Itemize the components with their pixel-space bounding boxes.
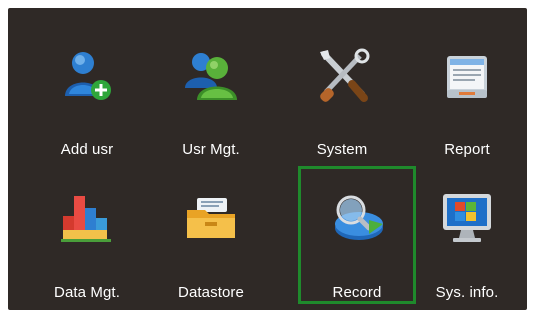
menu-item-system[interactable]: System (287, 24, 397, 158)
menu-item-report[interactable]: Report (412, 24, 522, 158)
menu-item-label: Report (444, 141, 490, 158)
menu-item-label: Add usr (60, 141, 114, 158)
search-record-icon (335, 195, 383, 240)
menu-item-user-management[interactable]: Usr Mgt. (156, 24, 266, 158)
menu-item-label: Sys. info. (435, 284, 499, 301)
bar-chart-icon (61, 196, 111, 242)
monitor-icon (443, 194, 491, 242)
add-user-icon (65, 52, 111, 100)
tools-icon (320, 48, 370, 102)
main-menu-screen: Add usr Usr Mgt. System Report Data Mgt.… (8, 8, 527, 310)
menu-item-datastore[interactable]: Datastore (156, 166, 266, 301)
menu-item-add-user[interactable]: Add usr (32, 24, 142, 158)
menu-item-label: Datastore (178, 284, 244, 301)
menu-item-record[interactable]: Record (298, 166, 416, 304)
users-icon (185, 53, 237, 100)
menu-item-data-management[interactable]: Data Mgt. (32, 166, 142, 301)
report-icon (447, 56, 487, 98)
folder-icon (187, 198, 235, 238)
menu-item-label: System (316, 141, 368, 158)
menu-item-label: Record (332, 284, 382, 301)
menu-item-label: Usr Mgt. (182, 141, 240, 158)
menu-item-label: Data Mgt. (54, 284, 120, 301)
menu-item-system-info[interactable]: Sys. info. (412, 166, 522, 301)
